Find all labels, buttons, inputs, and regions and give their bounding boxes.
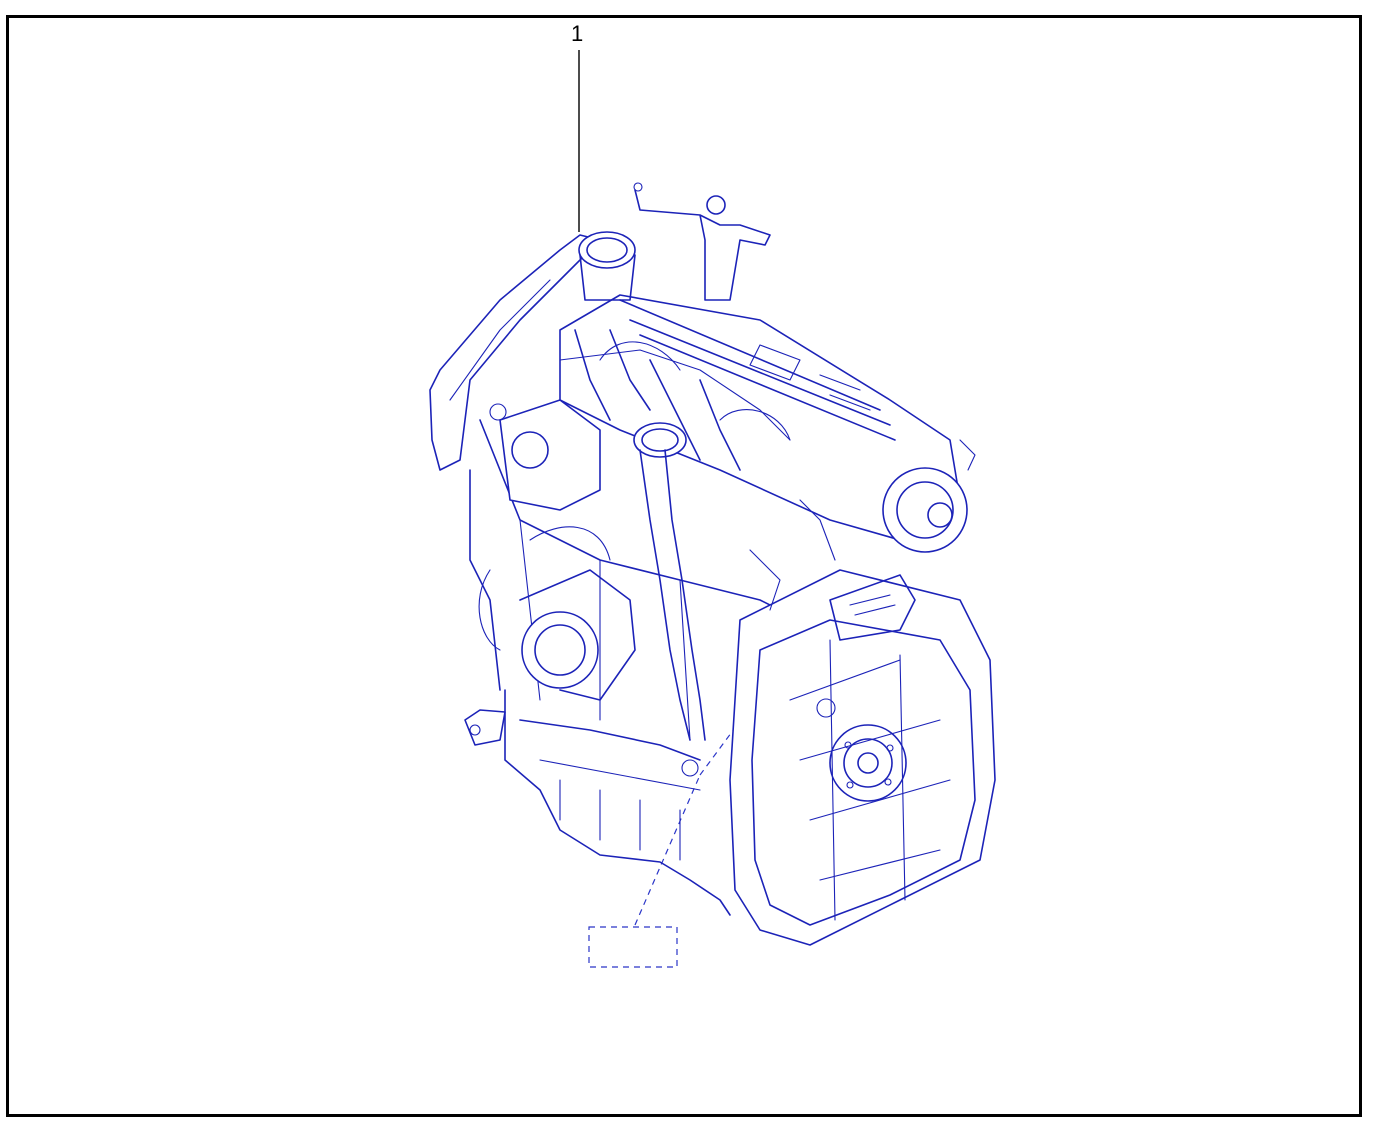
- oil-filter-housing: [521, 611, 599, 689]
- dashed-reference-line: [634, 774, 701, 926]
- dashed-reference-box: [588, 926, 678, 968]
- engine-assembly-drawing: [429, 50, 996, 968]
- vacuum-pump: [882, 467, 968, 553]
- engine-block: [429, 182, 996, 946]
